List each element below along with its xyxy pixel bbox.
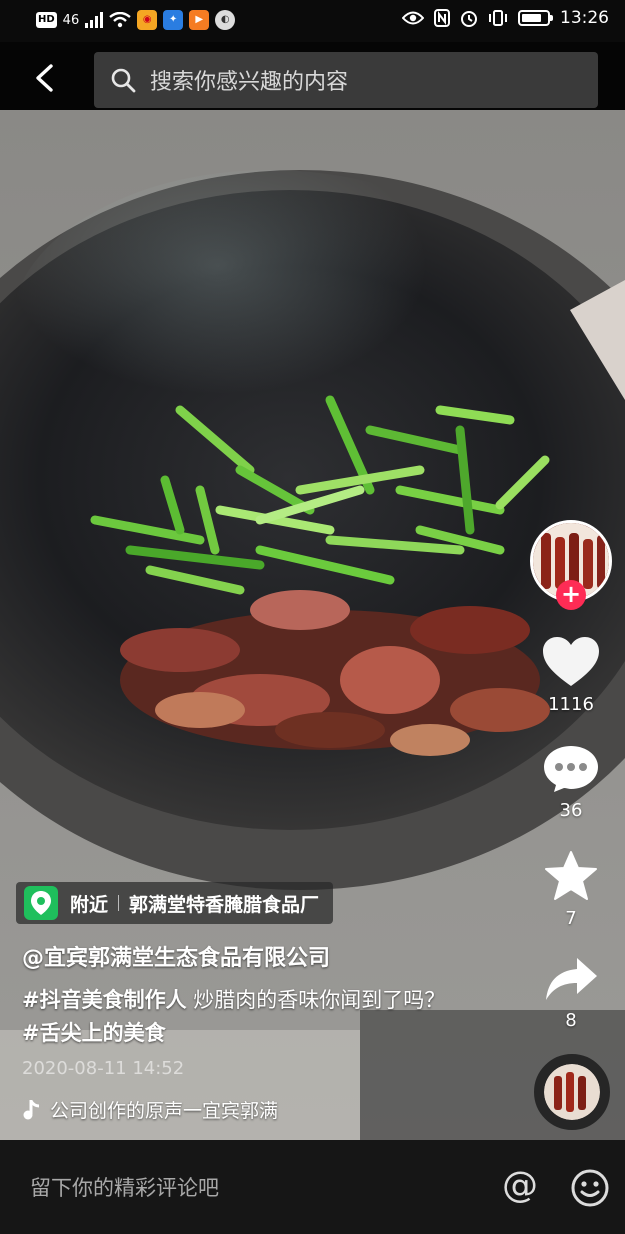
comment-bar: 留下你的精彩评论吧 @ bbox=[0, 1140, 625, 1234]
share-icon bbox=[546, 958, 597, 1000]
eye-icon bbox=[402, 11, 424, 25]
poi-nearby-label: 附近 bbox=[70, 893, 109, 916]
alarm-icon bbox=[461, 11, 477, 27]
status-time: 13:26 bbox=[560, 8, 609, 28]
music-info[interactable]: 公司创作的原声一宜宾郭满 bbox=[22, 1096, 278, 1123]
video-description: #抖音美食制作人 炒腊肉的香味你闻到了吗？ #舌尖上的美食 bbox=[22, 984, 452, 1050]
poi-divider bbox=[118, 895, 120, 911]
author-name[interactable]: @宜宾郭满堂生态食品有限公司 bbox=[22, 940, 330, 972]
top-bar: 搜索你感兴趣的内容 bbox=[0, 42, 625, 110]
weibo-icon: ◉ bbox=[137, 10, 158, 30]
favorite-action[interactable]: 7 bbox=[531, 850, 611, 929]
wifi-icon bbox=[109, 12, 131, 28]
smiley-icon bbox=[571, 1169, 609, 1207]
music-note-icon bbox=[23, 1099, 40, 1119]
search-placeholder: 搜索你感兴趣的内容 bbox=[150, 70, 349, 95]
poi-place-name: 郭满堂特香腌腊食品厂 bbox=[129, 893, 320, 916]
search-icon bbox=[110, 67, 136, 93]
vibrate-icon bbox=[489, 10, 507, 26]
hashtag-link[interactable]: #抖音美食制作人 bbox=[22, 988, 187, 1012]
music-title: 公司创作的原声一宜宾郭满 bbox=[50, 1100, 279, 1122]
star-icon bbox=[545, 851, 597, 900]
location-pin-icon bbox=[24, 886, 58, 920]
video-app-icon: ▶ bbox=[189, 10, 210, 30]
mention-button[interactable]: @ bbox=[498, 1166, 542, 1210]
heart-icon bbox=[543, 637, 599, 686]
post-date: 2020-08-11 14:52 bbox=[22, 1058, 185, 1079]
share-action[interactable]: 8 bbox=[531, 956, 611, 1031]
search-input[interactable]: 搜索你感兴趣的内容 bbox=[94, 52, 598, 108]
comment-count: 36 bbox=[559, 800, 583, 821]
author-avatar-wrap[interactable]: + bbox=[530, 520, 612, 610]
share-count: 8 bbox=[565, 1010, 577, 1031]
comment-action[interactable]: 36 bbox=[531, 744, 611, 821]
chevron-left-icon bbox=[36, 64, 53, 92]
comment-input[interactable]: 留下你的精彩评论吧 bbox=[30, 1172, 219, 1202]
network-badge: 46 bbox=[62, 12, 80, 28]
comment-icon bbox=[544, 746, 598, 792]
emoji-button[interactable] bbox=[568, 1166, 612, 1210]
back-button[interactable] bbox=[22, 56, 66, 100]
music-disc-cover-icon bbox=[544, 1064, 600, 1120]
favorite-count: 7 bbox=[565, 908, 577, 929]
nfc-icon bbox=[434, 9, 450, 27]
battery-icon bbox=[518, 10, 553, 26]
hd-badge: HD bbox=[36, 12, 57, 28]
description-text: 炒腊肉的香味你闻到了吗？ bbox=[186, 988, 446, 1012]
like-action[interactable]: 1116 bbox=[531, 636, 611, 715]
status-bar: HD 46 ◉ ✦ ▶ ◐ 13:26 bbox=[0, 0, 625, 42]
signal-icon bbox=[85, 12, 104, 28]
like-count: 1116 bbox=[548, 694, 594, 715]
follow-button[interactable]: + bbox=[556, 580, 586, 610]
hashtag-link[interactable]: #舌尖上的美食 bbox=[22, 1021, 166, 1045]
app-bulb-icon: ✦ bbox=[163, 10, 184, 30]
poi-tag[interactable]: 附近 郭满堂特香腌腊食品厂 bbox=[16, 882, 334, 924]
browser-icon: ◐ bbox=[215, 10, 236, 30]
music-disc[interactable] bbox=[534, 1054, 610, 1130]
